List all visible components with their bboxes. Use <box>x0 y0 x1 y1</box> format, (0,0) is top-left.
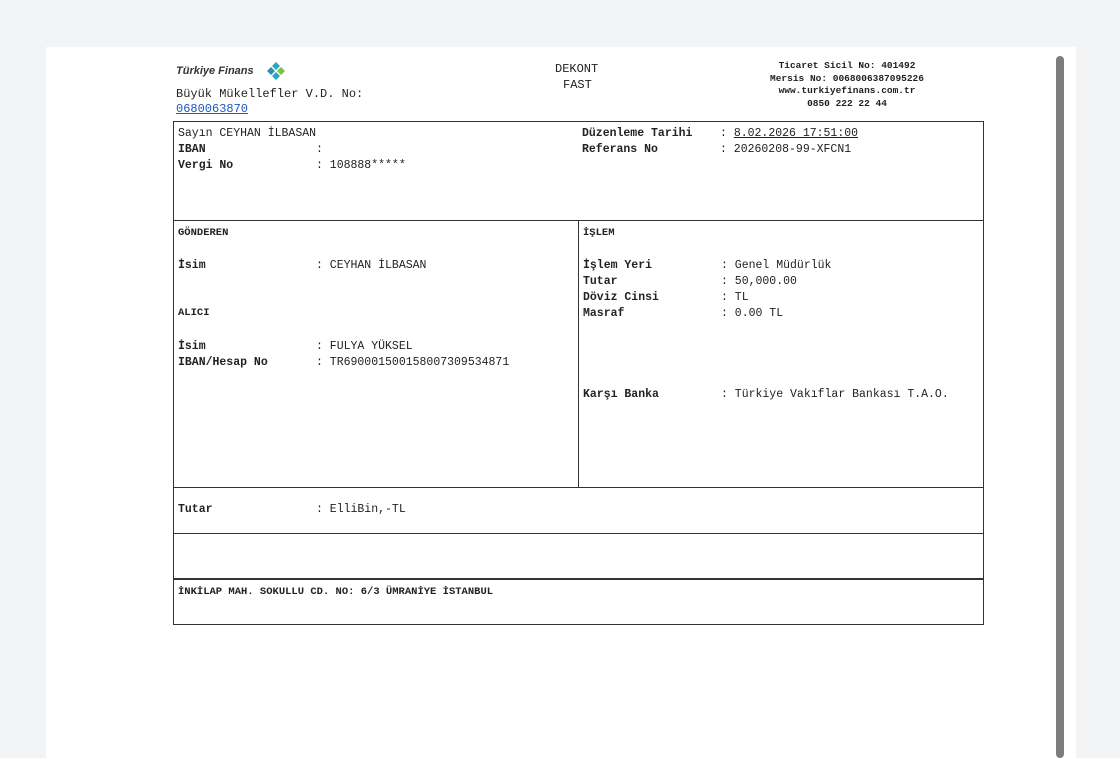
vertical-scrollbar[interactable] <box>1056 56 1064 758</box>
issue-date-label: Düzenleme Tarihi <box>582 127 693 140</box>
customer-salutation: Sayın CEYHAN İLBASAN <box>178 127 317 140</box>
customer-iban-value: : <box>316 143 323 156</box>
blank-box <box>173 533 984 579</box>
transaction-currency-label: Döviz Cinsi <box>583 291 659 304</box>
sender-name-label: İsim <box>178 259 206 272</box>
diamond-logo-icon <box>267 62 286 80</box>
mersis-number: Mersis No: 0068006387095226 <box>770 72 924 84</box>
phone-number: 0850 222 22 44 <box>807 97 887 109</box>
bank-logo: Türkiye Finans <box>176 61 287 81</box>
counter-bank-row: Karşı Banka : Türkiye Vakıflar Bankası T.… <box>583 387 949 403</box>
transaction-fee-value: : 0.00 TL <box>721 307 784 320</box>
website: www.turkiyefinans.com.tr <box>778 85 916 96</box>
trade-registry: Ticaret Sicil No: 401492 <box>778 60 916 71</box>
total-label: Tutar <box>178 503 213 516</box>
total-row: Tutar : ElliBin,-TL <box>178 502 406 518</box>
issue-date-value: 8.02.2026 17:51:00 <box>733 127 859 140</box>
transaction-fee-row: Masraf : 0.00 TL <box>583 306 783 322</box>
receiver-name-label: İsim <box>178 340 206 353</box>
tax-office-label: Büyük Mükellefler V.D. No: <box>176 87 364 101</box>
counter-bank-label: Karşı Banka <box>583 388 659 401</box>
document-subtype: FAST <box>563 78 592 92</box>
transaction-currency-value: : TL <box>721 291 749 304</box>
transaction-heading: İŞLEM <box>583 227 615 239</box>
reference-label: Referans No <box>582 143 658 156</box>
transaction-place-label: İşlem Yeri <box>583 259 653 272</box>
sender-heading: GÖNDEREN <box>178 227 229 239</box>
receiver-heading: ALICI <box>178 307 210 319</box>
reference-row: Referans No : 20260208-99-XFCN1 <box>582 142 851 158</box>
transaction-fee-label: Masraf <box>583 307 625 320</box>
receiver-name-value: : FULYA YÜKSEL <box>316 340 413 353</box>
transaction-amount-value: : 50,000.00 <box>721 275 797 288</box>
tax-office-number-link[interactable]: 0680063870 <box>176 102 248 116</box>
transaction-place-value: : Genel Müdürlük <box>721 259 832 272</box>
sender-name-value: : CEYHAN İLBASAN <box>316 259 427 272</box>
receiver-name-row: İsim : FULYA YÜKSEL <box>178 339 413 355</box>
reference-value: : 20260208-99-XFCN1 <box>720 143 852 156</box>
receiver-iban-row: IBAN/Hesap No : TR69000150015800730953487… <box>178 355 509 371</box>
customer-iban-label: IBAN <box>178 143 206 156</box>
total-value: : ElliBin,-TL <box>316 503 406 516</box>
issue-date-row: Düzenleme Tarihi: 8.02.2026 17:51:00 <box>582 126 858 142</box>
sender-name-row: İsim : CEYHAN İLBASAN <box>178 258 426 274</box>
customer-tax-label: Vergi No <box>178 159 234 172</box>
logo-text: Türkiye Finans <box>176 65 254 77</box>
transaction-amount-label: Tutar <box>583 275 618 288</box>
customer-tax-value: : 108888***** <box>316 159 406 172</box>
counter-bank-value: : Türkiye Vakıflar Bankası T.A.O. <box>721 388 949 401</box>
customer-tax-row: Vergi No : 108888***** <box>178 158 406 174</box>
transaction-place-row: İşlem Yeri : Genel Müdürlük <box>583 258 831 274</box>
company-info: Ticaret Sicil No: 401492 Mersis No: 0068… <box>752 60 942 110</box>
branch-address: İNKİLAP MAH. SOKULLU CD. NO: 6/3 ÜMRANİY… <box>178 586 494 598</box>
receiver-iban-label: IBAN/Hesap No <box>178 356 268 369</box>
issue-date-sep: : <box>720 127 727 140</box>
receiver-iban-value: : TR690001500158007309534871 <box>316 356 510 369</box>
column-divider <box>578 220 579 488</box>
transaction-amount-row: Tutar : 50,000.00 <box>583 274 797 290</box>
customer-iban-row: IBAN: <box>178 142 323 158</box>
transaction-currency-row: Döviz Cinsi : TL <box>583 290 749 306</box>
document-type: DEKONT <box>555 62 599 76</box>
